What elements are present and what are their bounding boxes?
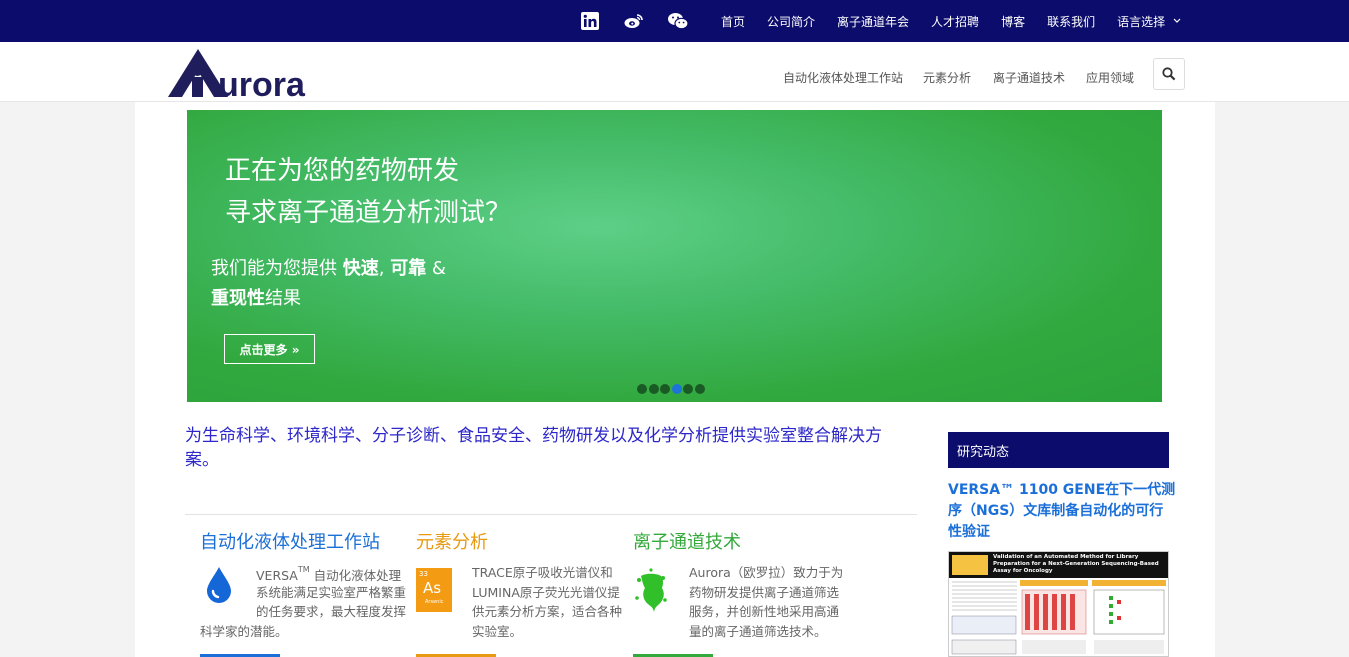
hero-sub-text: & — [426, 258, 446, 279]
slider-dot-active[interactable] — [671, 384, 682, 394]
language-select[interactable]: 语言选择 — [1117, 13, 1181, 30]
water-drop-icon — [205, 566, 233, 608]
slider-dot[interactable] — [660, 384, 671, 394]
menu-liquid-handling[interactable]: 自动化液体处理工作站 — [783, 69, 903, 86]
research-news-heading: 研究动态 — [948, 432, 1169, 468]
column-text-ion-channel-line3: 服务，并创新性地采用高通 — [689, 604, 840, 619]
element-symbol: As — [423, 579, 442, 597]
column-text-elemental-line4: 实验室。 — [472, 623, 523, 639]
versa-name: VERSA — [256, 568, 298, 584]
element-number: 33 — [419, 570, 428, 578]
main-header: urora 自动化液体处理工作站 元素分析 离子通道技术 应用领域 — [0, 42, 1349, 104]
hero-subheading-line2: 重现性结果 — [211, 284, 301, 310]
hero-sub-text: 结果 — [265, 288, 301, 309]
column-text-ion-channel-line2: 药物研发提供离子通道筛选 — [689, 584, 840, 600]
hero-sub-bold-fast: 快速 — [342, 258, 379, 279]
slider-dot[interactable] — [648, 384, 659, 394]
column-text-span: 自动化液体处理 — [309, 568, 402, 584]
poster-header: Validation of an Automated Method for Li… — [949, 552, 1168, 578]
search-button[interactable] — [1153, 58, 1185, 90]
column-title-liquid-handling[interactable]: 自动化液体处理工作站 — [200, 528, 380, 554]
element-name: Arsenic — [425, 599, 444, 605]
slider-dot[interactable] — [694, 384, 705, 394]
hero-sub-bold-reproducible: 重现性 — [211, 288, 265, 309]
poster-logo — [952, 555, 988, 575]
search-icon — [1162, 67, 1176, 81]
hero-subheading-line1: 我们能为您提供 快速, 可靠 & — [211, 254, 446, 280]
slider-dot[interactable] — [637, 384, 647, 394]
hero-sub-bold-reliable: 可靠 — [390, 258, 427, 279]
slider-dot[interactable] — [683, 384, 694, 394]
logo-wordmark: urora — [218, 66, 306, 99]
divider — [185, 514, 917, 515]
hero-heading-line2: 寻求离子通道分析测试？ — [225, 198, 512, 228]
ion-channel-icon — [633, 568, 669, 624]
column-text-elemental-line1: TRACE原子吸收光谱仪和 — [472, 565, 613, 580]
poster-caption: Validation of an Automated Method for Li… — [993, 554, 1159, 574]
top-bar: 首页 公司简介 离子通道年会 人才招聘 博客 联系我们 语言选择 — [0, 0, 1349, 42]
column-text-elemental-line2: LUMINA原子荧光光谱仪提 — [472, 584, 620, 600]
research-poster-thumbnail[interactable]: Validation of an Automated Method for Li… — [948, 551, 1169, 657]
menu-applications[interactable]: 应用领域 — [1086, 69, 1134, 86]
column-text-elemental-line3: 供元素分析方案，适合各种 — [472, 604, 623, 619]
hero-heading-line1: 正在为您的药物研发 — [225, 156, 460, 186]
column-text-liquid-handling-line4: 科学家的潜能。 — [200, 623, 288, 639]
language-select-label: 语言选择 — [1117, 14, 1166, 29]
arsenic-element-icon: 33 As Arsenic — [416, 568, 452, 612]
linkedin-icon[interactable] — [578, 9, 602, 33]
top-nav-about[interactable]: 公司简介 — [767, 13, 815, 30]
solutions-tagline: 为生命科学、环境科学、分子诊断、食品安全、药物研发以及化学分析提供实验室整合解决… — [185, 426, 882, 470]
column-text-liquid-handling-line3: 的任务要求，最大程度发挥 — [256, 604, 407, 619]
top-nav-careers[interactable]: 人才招聘 — [931, 13, 979, 30]
poster-content — [949, 578, 1168, 656]
column-text-ion-channel-line1: Aurora（欧罗拉）致力于为 — [689, 565, 844, 580]
research-article-link[interactable]: VERSA™ 1100 GENE在下一代测序（NGS）文库制备自动化的可行性验证 — [948, 480, 1176, 543]
trademark-sup: TM — [297, 565, 310, 574]
column-title-ion-channel[interactable]: 离子通道技术 — [633, 528, 741, 554]
aurora-logo[interactable]: urora — [166, 47, 328, 104]
column-title-elemental[interactable]: 元素分析 — [416, 528, 488, 554]
column-text-ion-channel-line4: 量的离子通道筛选技术。 — [689, 623, 827, 639]
hero-sub-text: 我们能为您提供 — [211, 258, 343, 279]
slider-dots — [637, 384, 707, 394]
wechat-icon[interactable] — [666, 9, 690, 33]
top-nav-conference[interactable]: 离子通道年会 — [837, 13, 909, 30]
top-nav-contact[interactable]: 联系我们 — [1047, 13, 1095, 30]
top-nav: 首页 公司简介 离子通道年会 人才招聘 博客 联系我们 语言选择 — [578, 0, 1192, 42]
column-text-liquid-handling-line2: 系统能满足实验室严格繁重 — [256, 584, 407, 600]
menu-elemental-analysis[interactable]: 元素分析 — [923, 69, 971, 86]
menu-ion-channel[interactable]: 离子通道技术 — [993, 69, 1065, 86]
weibo-icon[interactable] — [622, 9, 646, 33]
chevron-down-icon — [1173, 18, 1181, 23]
hero-sub-text: , — [378, 258, 391, 279]
hero-learn-more-button[interactable]: 点击更多 » — [224, 334, 315, 364]
top-nav-home[interactable]: 首页 — [721, 13, 745, 30]
hero-slider: 正在为您的药物研发 寻求离子通道分析测试？ 我们能为您提供 快速, 可靠 & 重… — [187, 110, 1162, 402]
top-nav-blog[interactable]: 博客 — [1001, 13, 1025, 30]
